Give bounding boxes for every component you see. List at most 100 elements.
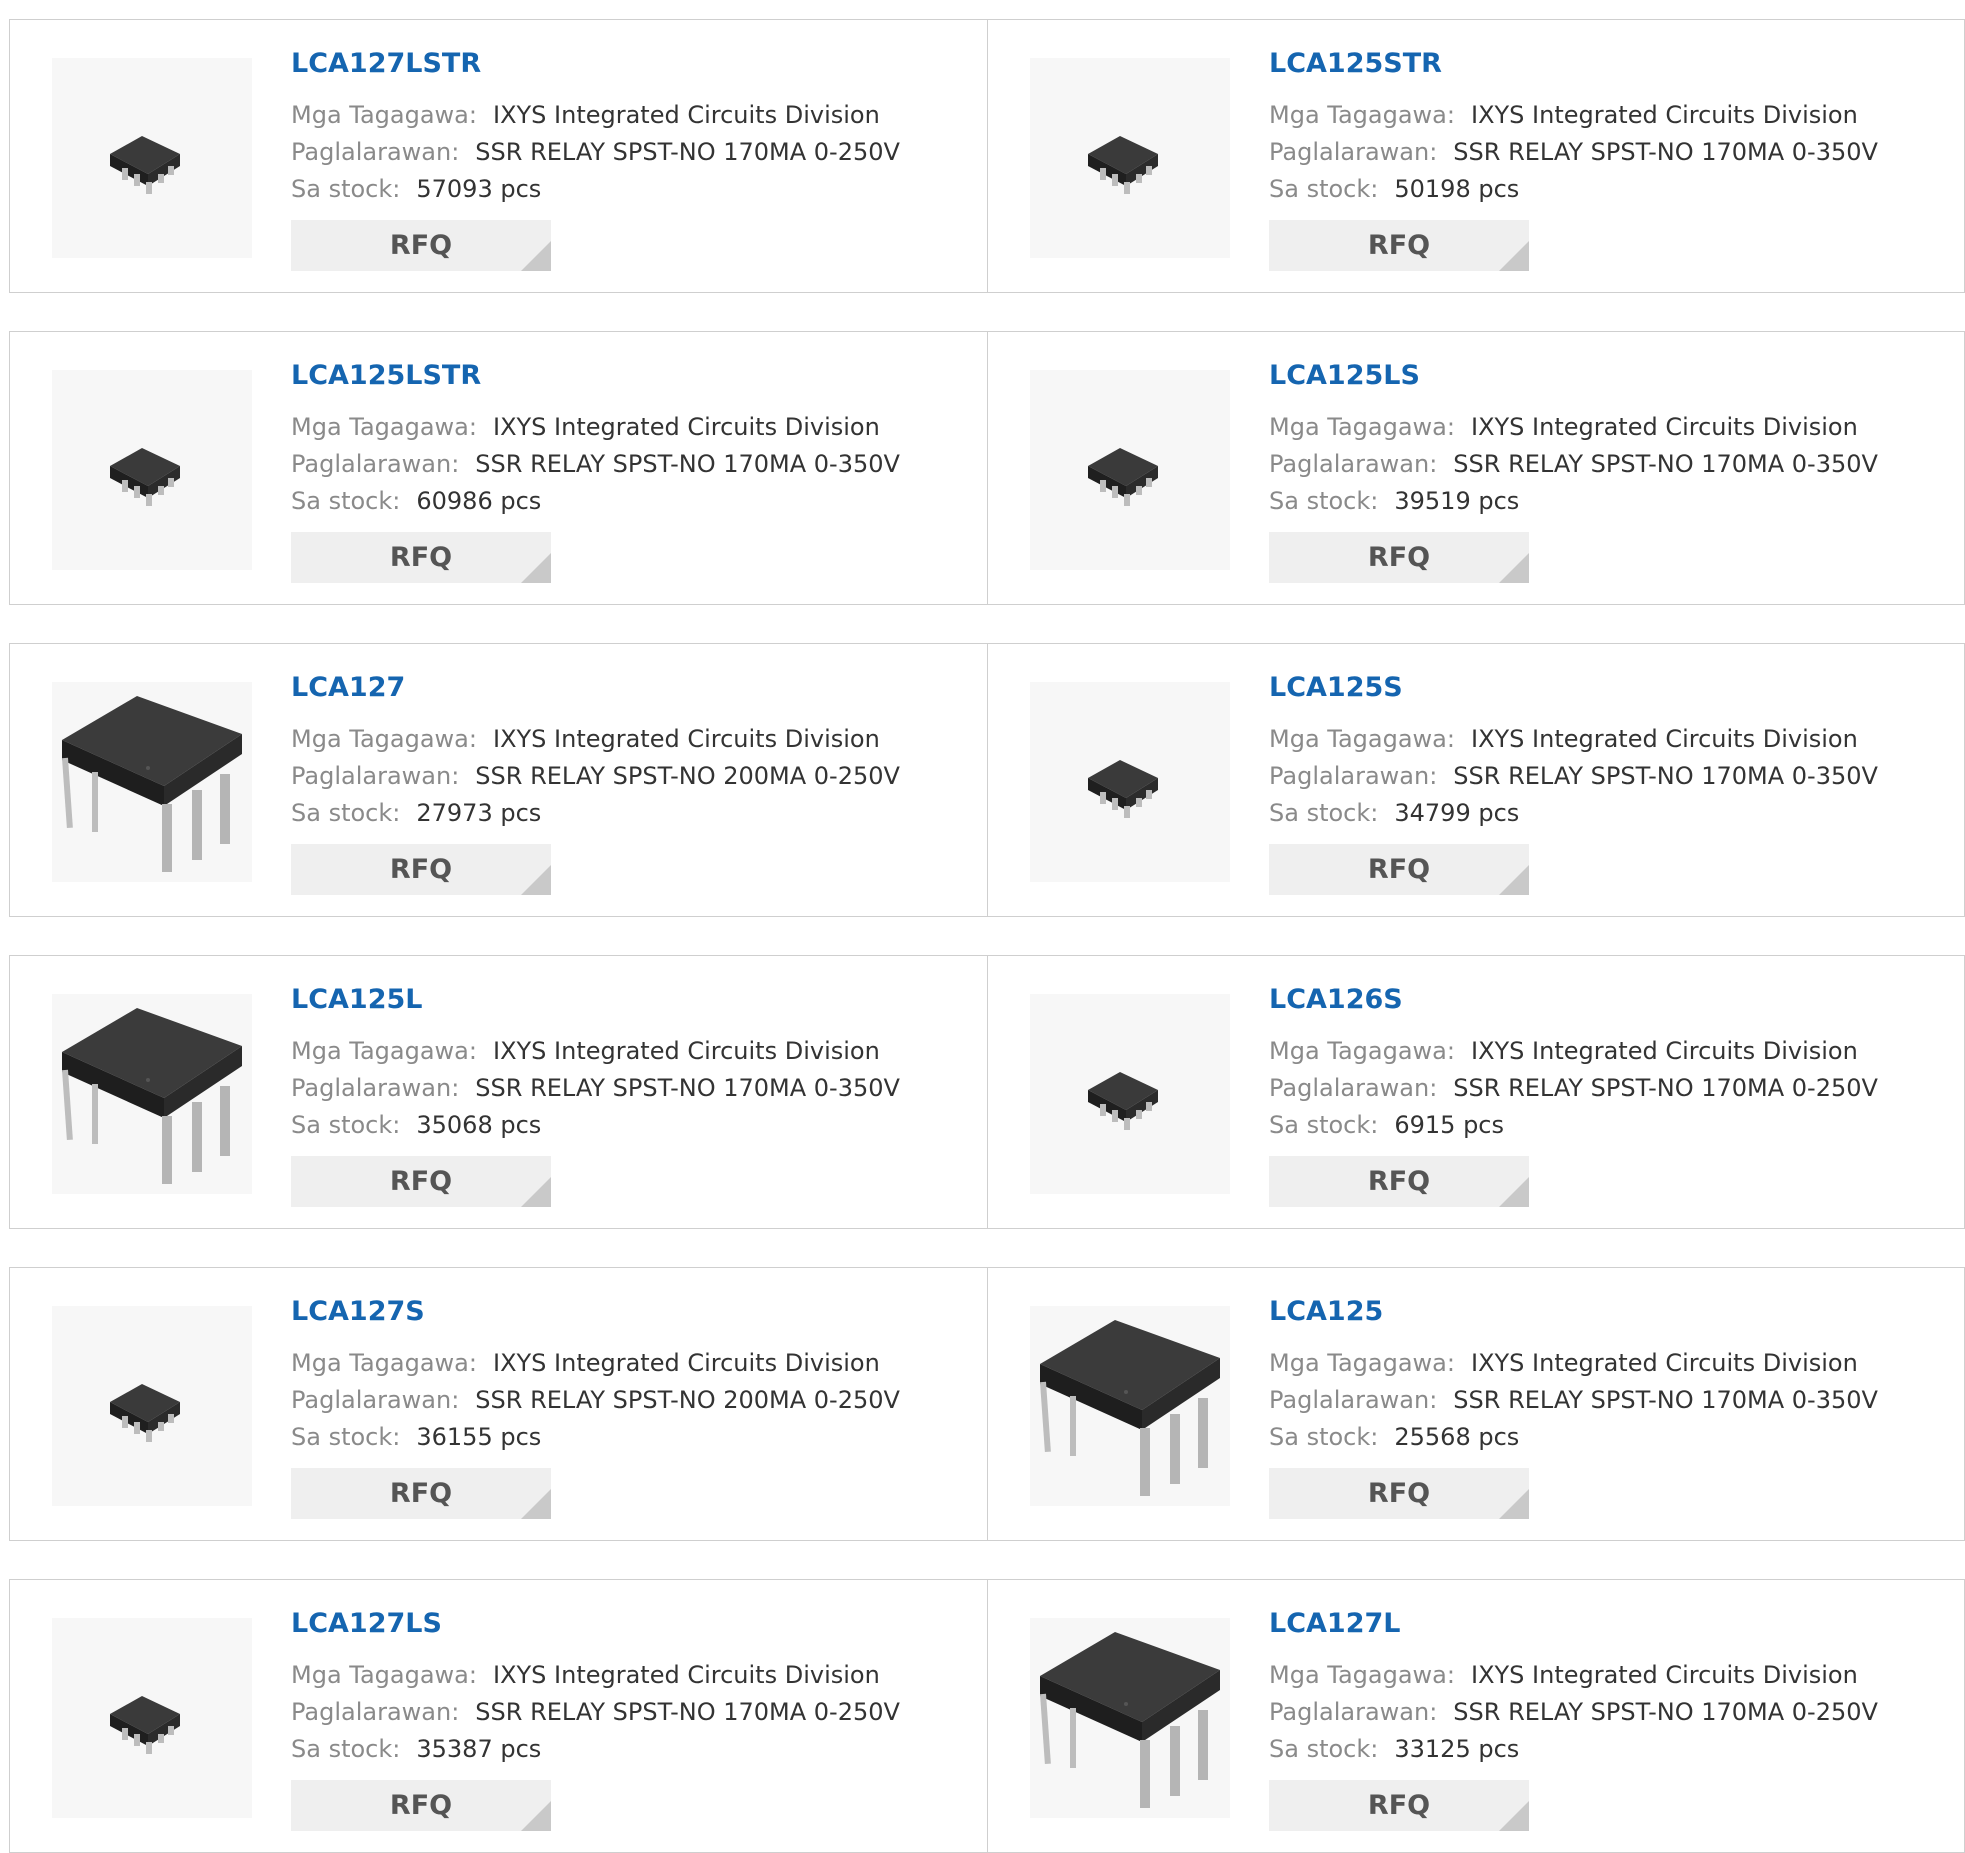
product-card: LCA125STR Mga Tagagawa: IXYS Integrated C… <box>988 20 1965 292</box>
stock-label: Sa stock: <box>1269 1423 1379 1451</box>
rfq-label: RFQ <box>389 1478 453 1509</box>
rfq-button[interactable]: RFQ <box>291 1780 551 1831</box>
manufacturer-label: Mga Tagagawa: <box>291 1349 477 1377</box>
description-line: Paglalarawan: SSR RELAY SPST-NO 170MA 0-2… <box>1269 1070 1878 1107</box>
rfq-button[interactable]: RFQ <box>1269 1468 1529 1519</box>
part-number-link[interactable]: LCA125STR <box>1269 50 1878 77</box>
part-number-link[interactable]: LCA127LS <box>291 1610 900 1637</box>
stock-line: Sa stock: 25568 pcs <box>1269 1419 1878 1456</box>
description-value: SSR RELAY SPST-NO 170MA 0-350V <box>1453 1386 1878 1414</box>
part-number-link[interactable]: LCA125S <box>1269 674 1878 701</box>
product-image[interactable] <box>52 1306 252 1506</box>
rfq-label: RFQ <box>389 1166 453 1197</box>
product-image[interactable] <box>52 682 252 882</box>
smd-chip-icon <box>1088 1072 1158 1130</box>
product-image[interactable] <box>52 58 252 258</box>
rfq-button[interactable]: RFQ <box>291 1156 551 1207</box>
stock-line: Sa stock: 34799 pcs <box>1269 795 1878 832</box>
manufacturer-line: Mga Tagagawa: IXYS Integrated Circuits Di… <box>1269 409 1878 446</box>
corner-triangle-icon <box>1499 241 1529 271</box>
manufacturer-line: Mga Tagagawa: IXYS Integrated Circuits Di… <box>1269 97 1878 134</box>
manufacturer-value: IXYS Integrated Circuits Division <box>492 1037 880 1065</box>
description-value: SSR RELAY SPST-NO 170MA 0-250V <box>475 1698 900 1726</box>
product-card: LCA127L Mga Tagagawa: IXYS Integrated Cir… <box>988 1580 1965 1852</box>
stock-line: Sa stock: 57093 pcs <box>291 171 900 208</box>
rfq-button[interactable]: RFQ <box>1269 1156 1529 1207</box>
corner-triangle-icon <box>1499 1801 1529 1831</box>
part-number-link[interactable]: LCA125 <box>1269 1298 1878 1325</box>
manufacturer-value: IXYS Integrated Circuits Division <box>1470 1661 1858 1689</box>
rfq-button[interactable]: RFQ <box>291 220 551 271</box>
smd-chip-icon <box>1088 136 1158 194</box>
manufacturer-label: Mga Tagagawa: <box>1269 1661 1455 1689</box>
product-image[interactable] <box>1030 682 1230 882</box>
description-value: SSR RELAY SPST-NO 170MA 0-250V <box>1453 1074 1878 1102</box>
stock-value: 33125 pcs <box>1394 1735 1520 1763</box>
product-image[interactable] <box>52 1618 252 1818</box>
part-number-link[interactable]: LCA126S <box>1269 986 1878 1013</box>
stock-value: 27973 pcs <box>416 799 542 827</box>
manufacturer-value: IXYS Integrated Circuits Division <box>492 1349 880 1377</box>
product-info: LCA127LS Mga Tagagawa: IXYS Integrated Ci… <box>291 1610 900 1768</box>
rfq-button[interactable]: RFQ <box>1269 844 1529 895</box>
stock-label: Sa stock: <box>291 175 401 203</box>
product-card: LCA126S Mga Tagagawa: IXYS Integrated Cir… <box>988 956 1965 1228</box>
product-image[interactable] <box>1030 1306 1230 1506</box>
stock-value: 35387 pcs <box>416 1735 542 1763</box>
product-image[interactable] <box>1030 1618 1230 1818</box>
description-line: Paglalarawan: SSR RELAY SPST-NO 170MA 0-3… <box>291 1070 900 1107</box>
product-image[interactable] <box>1030 370 1230 570</box>
manufacturer-line: Mga Tagagawa: IXYS Integrated Circuits Di… <box>291 721 900 758</box>
corner-triangle-icon <box>1499 865 1529 895</box>
rfq-label: RFQ <box>389 230 453 261</box>
product-info: LCA125STR Mga Tagagawa: IXYS Integrated C… <box>1269 50 1878 208</box>
product-card: LCA127S Mga Tagagawa: IXYS Integrated Cir… <box>10 1268 988 1540</box>
stock-value: 25568 pcs <box>1394 1423 1520 1451</box>
description-line: Paglalarawan: SSR RELAY SPST-NO 170MA 0-3… <box>1269 758 1878 795</box>
part-number-link[interactable]: LCA127LSTR <box>291 50 900 77</box>
rfq-button[interactable]: RFQ <box>1269 532 1529 583</box>
rfq-label: RFQ <box>1367 1478 1431 1509</box>
rfq-label: RFQ <box>1367 542 1431 573</box>
manufacturer-line: Mga Tagagawa: IXYS Integrated Circuits Di… <box>291 1657 900 1694</box>
rfq-button[interactable]: RFQ <box>291 532 551 583</box>
part-number-link[interactable]: LCA127L <box>1269 1610 1878 1637</box>
product-image[interactable] <box>52 370 252 570</box>
stock-line: Sa stock: 36155 pcs <box>291 1419 900 1456</box>
product-image[interactable] <box>1030 58 1230 258</box>
description-label: Paglalarawan: <box>1269 450 1438 478</box>
manufacturer-label: Mga Tagagawa: <box>291 101 477 129</box>
part-number-link[interactable]: LCA125LSTR <box>291 362 900 389</box>
description-line: Paglalarawan: SSR RELAY SPST-NO 170MA 0-3… <box>291 446 900 483</box>
description-label: Paglalarawan: <box>291 138 460 166</box>
part-number-link[interactable]: LCA127 <box>291 674 900 701</box>
rfq-button[interactable]: RFQ <box>1269 220 1529 271</box>
product-info: LCA125LS Mga Tagagawa: IXYS Integrated Ci… <box>1269 362 1878 520</box>
corner-triangle-icon <box>1499 553 1529 583</box>
description-line: Paglalarawan: SSR RELAY SPST-NO 200MA 0-2… <box>291 758 900 795</box>
rfq-button[interactable]: RFQ <box>1269 1780 1529 1831</box>
corner-triangle-icon <box>521 1177 551 1207</box>
product-card: LCA125LS Mga Tagagawa: IXYS Integrated Ci… <box>988 332 1965 604</box>
dip-chip-icon <box>62 696 242 872</box>
description-label: Paglalarawan: <box>291 1074 460 1102</box>
rfq-label: RFQ <box>1367 1166 1431 1197</box>
part-number-link[interactable]: LCA125LS <box>1269 362 1878 389</box>
product-image[interactable] <box>52 994 252 1194</box>
stock-value: 36155 pcs <box>416 1423 542 1451</box>
stock-label: Sa stock: <box>1269 487 1379 515</box>
rfq-button[interactable]: RFQ <box>291 1468 551 1519</box>
part-number-link[interactable]: LCA127S <box>291 1298 900 1325</box>
rfq-button[interactable]: RFQ <box>291 844 551 895</box>
manufacturer-label: Mga Tagagawa: <box>1269 725 1455 753</box>
stock-label: Sa stock: <box>291 1111 401 1139</box>
stock-line: Sa stock: 33125 pcs <box>1269 1731 1878 1768</box>
description-value: SSR RELAY SPST-NO 170MA 0-250V <box>1453 1698 1878 1726</box>
description-value: SSR RELAY SPST-NO 200MA 0-250V <box>475 1386 900 1414</box>
product-image[interactable] <box>1030 994 1230 1194</box>
stock-value: 50198 pcs <box>1394 175 1520 203</box>
manufacturer-value: IXYS Integrated Circuits Division <box>1470 1349 1858 1377</box>
product-info: LCA125S Mga Tagagawa: IXYS Integrated Cir… <box>1269 674 1878 832</box>
part-number-link[interactable]: LCA125L <box>291 986 900 1013</box>
manufacturer-label: Mga Tagagawa: <box>291 725 477 753</box>
